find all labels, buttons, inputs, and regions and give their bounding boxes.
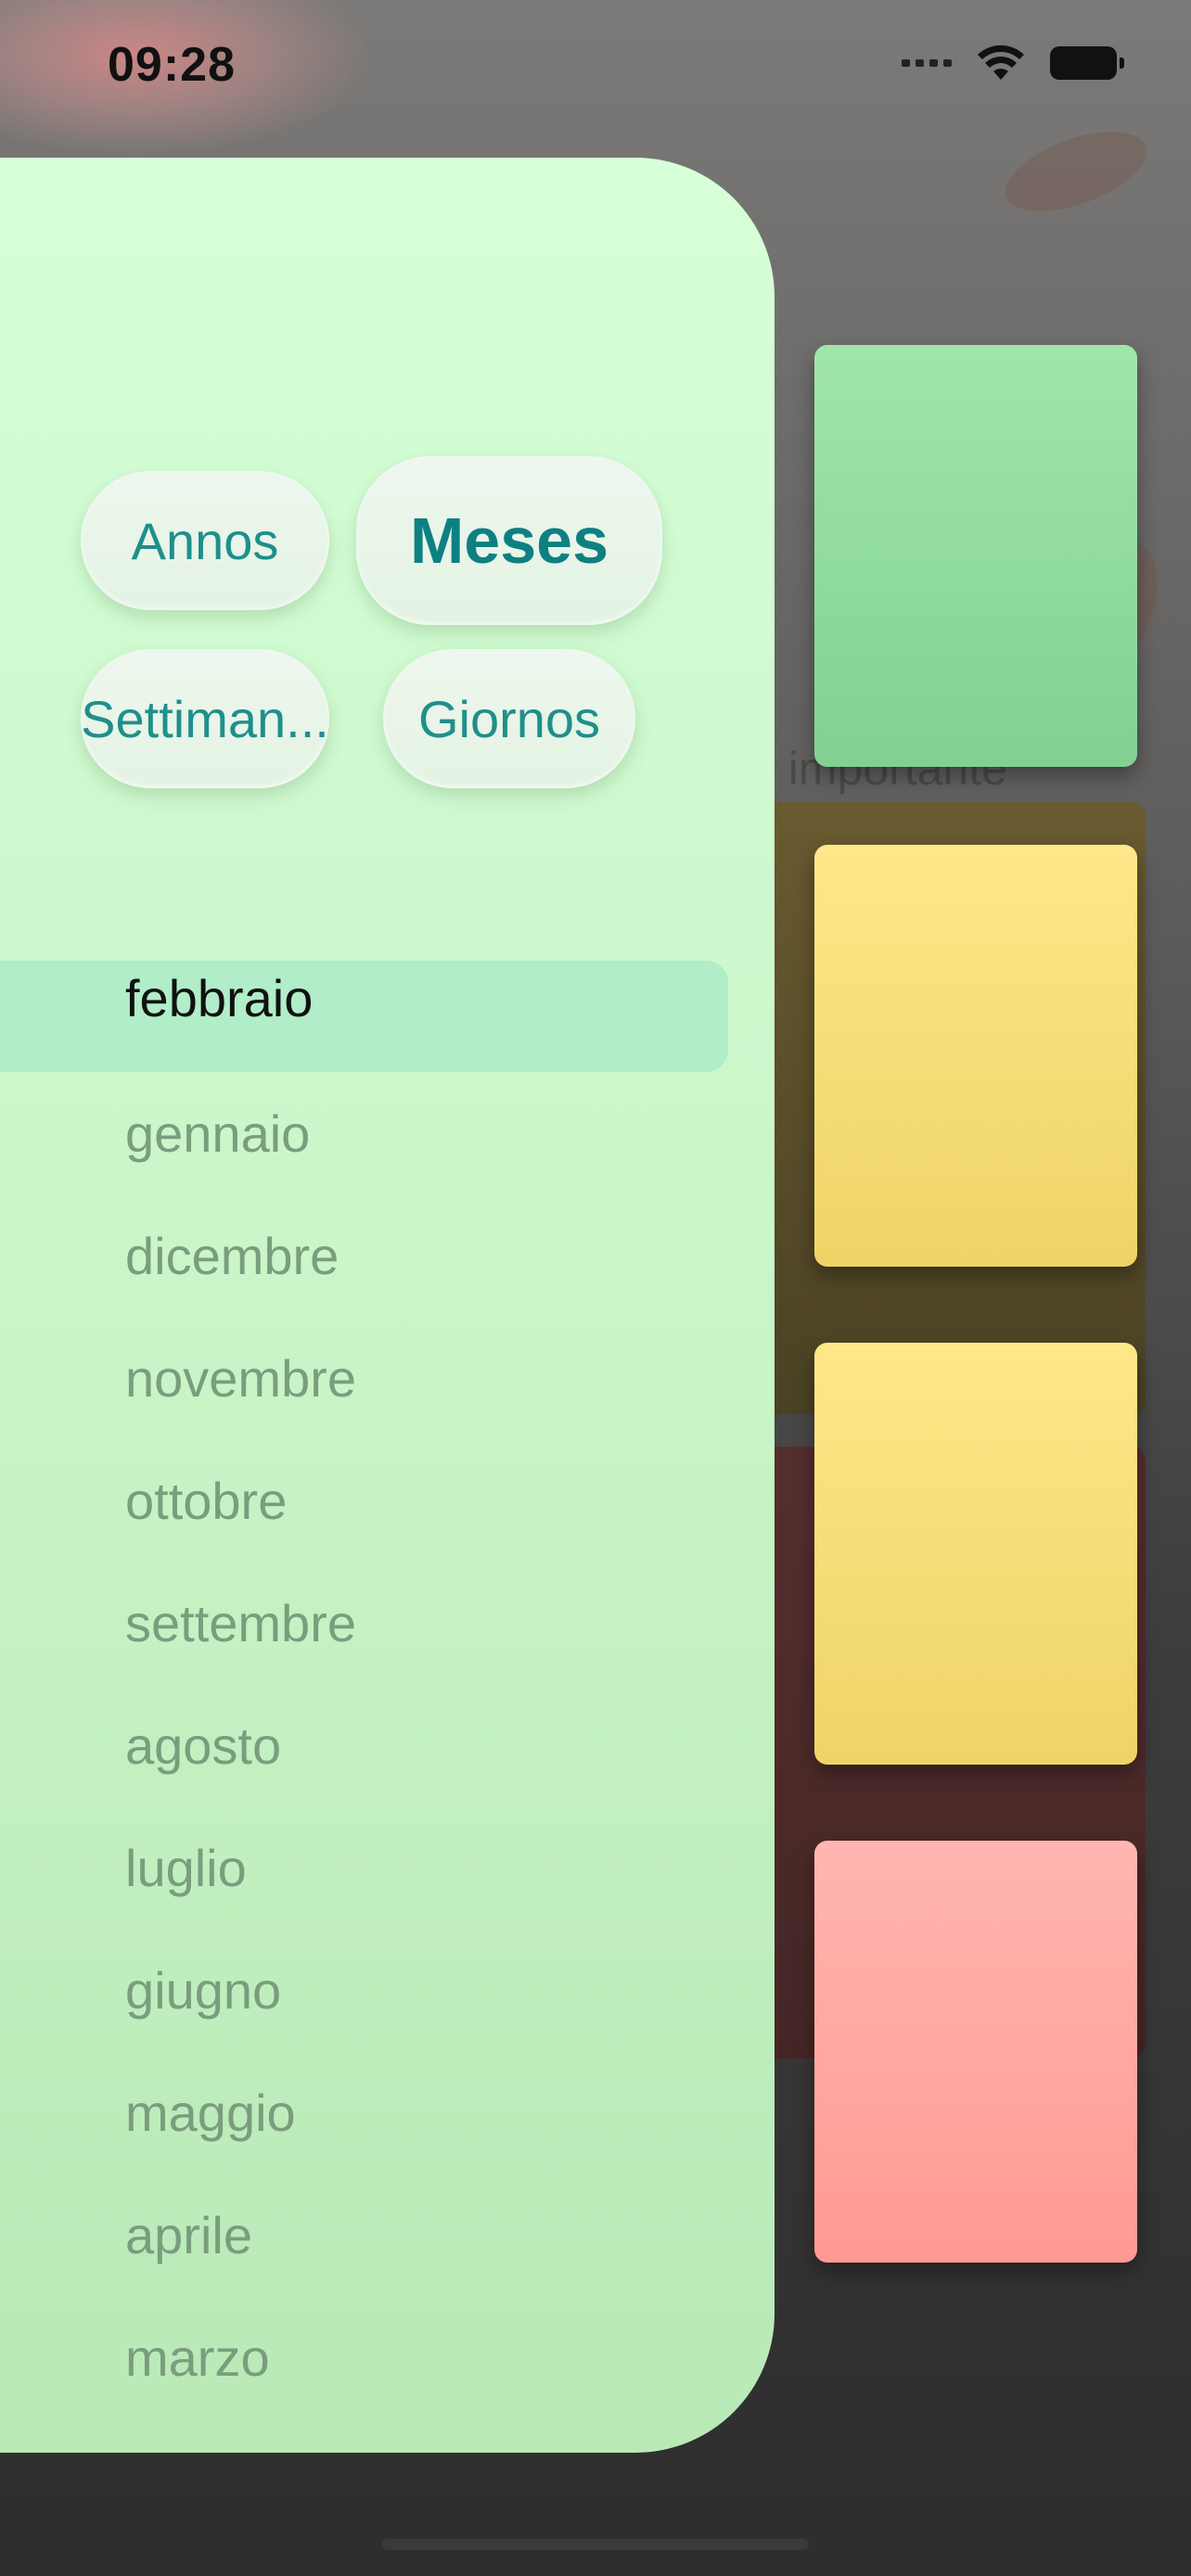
month-label: marzo <box>125 2327 270 2387</box>
month-label: luglio <box>125 1838 247 1897</box>
note-card-green[interactable] <box>814 345 1137 767</box>
month-label: giugno <box>125 1960 282 2020</box>
month-item-ottobre[interactable]: ottobre <box>0 1439 775 1562</box>
month-label: ottobre <box>125 1471 288 1530</box>
segment-annos[interactable]: Annos <box>81 471 329 610</box>
month-item-febbraio[interactable]: febbraio <box>0 950 775 1072</box>
month-item-novembre[interactable]: novembre <box>0 1317 775 1439</box>
month-item-gennaio[interactable]: gennaio <box>0 1072 775 1194</box>
month-item-agosto[interactable]: agosto <box>0 1684 775 1806</box>
wifi-icon <box>978 45 1024 80</box>
month-item-maggio[interactable]: maggio <box>0 2051 775 2174</box>
segment-label: Giornos <box>417 689 601 748</box>
note-card-pink[interactable] <box>814 1841 1137 2263</box>
month-item-aprile[interactable]: aprile <box>0 2174 775 2296</box>
battery-icon <box>1050 46 1124 80</box>
segment-label: Annos <box>131 511 279 570</box>
status-icons <box>902 45 1124 82</box>
month-item-marzo[interactable]: marzo <box>0 2296 775 2418</box>
month-label: gennaio <box>125 1103 311 1163</box>
month-item-dicembre[interactable]: dicembre <box>0 1194 775 1317</box>
month-label: maggio <box>125 2083 296 2142</box>
segment-label: Meses <box>409 504 609 577</box>
segment-giornos[interactable]: Giornos <box>383 649 635 788</box>
side-drawer: Annos Meses Settiman... Giornos febbraio… <box>0 158 775 2453</box>
month-label: novembre <box>125 1348 357 1408</box>
note-card-yellow[interactable] <box>814 845 1137 1267</box>
month-item-settembre[interactable]: settembre <box>0 1562 775 1684</box>
month-label: aprile <box>125 2205 252 2264</box>
month-item-luglio[interactable]: luglio <box>0 1806 775 1929</box>
month-label: febbraio <box>125 969 314 1027</box>
background-leaf-decoration <box>994 115 1158 228</box>
home-indicator[interactable] <box>382 2539 809 2550</box>
month-list: febbraio gennaio dicembre novembre ottob… <box>0 950 775 2418</box>
month-item-giugno[interactable]: giugno <box>0 1929 775 2051</box>
segment-settimane[interactable]: Settiman... <box>81 649 329 788</box>
status-time: 09:28 <box>108 38 236 92</box>
cellular-signal-icon <box>902 59 952 67</box>
month-label: agosto <box>125 1715 282 1775</box>
month-label: settembre <box>125 1593 356 1652</box>
month-label: dicembre <box>125 1226 339 1285</box>
segment-label: Settiman... <box>81 689 329 748</box>
segment-meses[interactable]: Meses <box>356 456 662 625</box>
note-card-yellow[interactable] <box>814 1343 1137 1765</box>
